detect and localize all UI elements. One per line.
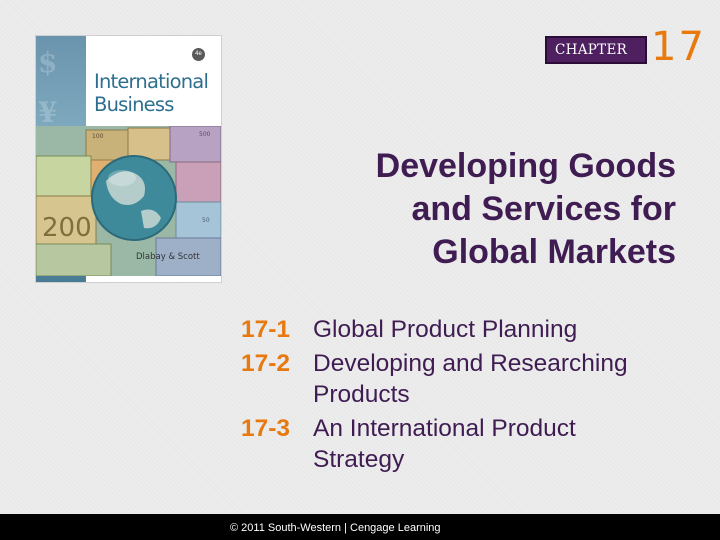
objective-text: Developing and Researching Products	[313, 348, 628, 410]
svg-text:100: 100	[92, 133, 104, 140]
cover-title: International Business	[94, 70, 221, 116]
objective-text: Global Product Planning	[313, 314, 577, 345]
objective-item: 17-1 Global Product Planning	[241, 314, 691, 345]
objectives-list: 17-1 Global Product Planning 17-2 Develo…	[241, 314, 691, 478]
objective-item: 17-3 An International Product Strategy	[241, 413, 691, 475]
svg-text:500: 500	[199, 131, 211, 138]
slide-title-line1: Developing Goods	[375, 147, 676, 185]
chapter-label-box: CHAPTER	[545, 36, 647, 64]
objective-number: 17-2	[241, 350, 291, 377]
objective-text: An International Product Strategy	[313, 413, 576, 475]
footer-bar: © 2011 South-Western | Cengage Learning	[0, 514, 720, 540]
slide-title: Developing Goods and Services for Global…	[296, 145, 676, 274]
objective-number: 17-1	[241, 316, 291, 343]
objective-number: 17-3	[241, 415, 291, 442]
objective-text-line1: Global Product Planning	[313, 316, 578, 343]
svg-text:50: 50	[202, 217, 210, 224]
objective-text-line2: Products	[313, 381, 410, 408]
chapter-number: 17	[651, 24, 706, 70]
book-cover-image: $ ¥ € £ 4e International Business 200	[36, 36, 221, 282]
objective-text-line1: Developing and Researching	[313, 350, 628, 377]
edition-badge: 4e	[192, 48, 205, 61]
cover-authors: Dlabay & Scott	[136, 252, 200, 262]
svg-text:200: 200	[42, 213, 92, 243]
objective-text-line2: Strategy	[313, 446, 405, 473]
footer-copyright: © 2011 South-Western | Cengage Learning	[230, 522, 441, 534]
chapter-label: CHAPTER	[555, 42, 628, 58]
slide-title-line3: Global Markets	[432, 233, 676, 271]
cover-title-line1: International	[94, 70, 209, 93]
cover-title-line2: Business	[94, 93, 174, 116]
objective-item: 17-2 Developing and Researching Products	[241, 348, 691, 410]
objective-text-line1: An International Product	[313, 415, 576, 442]
slide-title-line2: and Services for	[411, 190, 676, 228]
